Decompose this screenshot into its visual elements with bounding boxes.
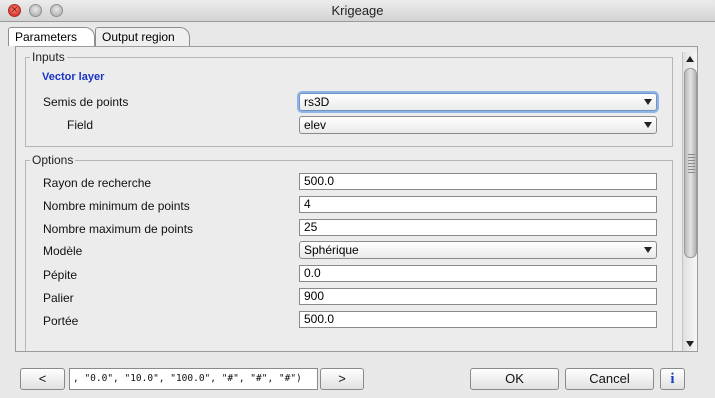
portee-input[interactable]: 500.0 — [299, 311, 657, 328]
inputs-group: Inputs Vector layer Semis de points rs3D… — [25, 50, 673, 147]
chevron-down-icon — [644, 99, 652, 105]
scroll-content: Inputs Vector layer Semis de points rs3D… — [16, 47, 682, 351]
window-title: Krigeage — [331, 3, 384, 18]
ok-button[interactable]: OK — [470, 368, 559, 390]
modele-combo[interactable]: Sphérique — [299, 241, 657, 259]
min-points-input[interactable]: 4 — [299, 196, 657, 213]
field-value: elev — [304, 118, 327, 132]
semis-label: Semis de points — [43, 95, 129, 109]
title-bar: × Krigeage — [0, 0, 715, 22]
tab-parameters[interactable]: Parameters — [8, 27, 95, 46]
next-button[interactable]: > — [320, 368, 364, 390]
arrow-down-icon — [686, 341, 694, 347]
cancel-button[interactable]: Cancel — [565, 368, 654, 390]
scroll-down-button[interactable] — [683, 337, 698, 351]
inputs-legend: Inputs — [30, 50, 67, 64]
option-label-modele: Modèle — [43, 244, 83, 258]
info-icon: i — [670, 371, 675, 387]
tab-output-region[interactable]: Output region — [95, 27, 190, 46]
option-label-min-points: Nombre minimum de points — [43, 199, 190, 213]
semis-value: rs3D — [304, 95, 330, 109]
semis-combo[interactable]: rs3D — [299, 93, 657, 111]
field-label: Field — [67, 118, 94, 132]
modele-value: Sphérique — [304, 243, 359, 257]
max-points-input[interactable]: 25 — [299, 219, 657, 236]
rayon-input[interactable]: 500.0 — [299, 173, 657, 190]
info-button[interactable]: i — [660, 368, 685, 390]
chevron-down-icon — [644, 247, 652, 253]
option-label-portee: Portée — [43, 314, 79, 328]
chevron-down-icon — [644, 122, 652, 128]
option-label-rayon: Rayon de recherche — [43, 176, 152, 190]
grip-icon — [688, 154, 695, 174]
vector-layer-label: Vector layer — [42, 71, 105, 83]
pepite-input[interactable]: 0.0 — [299, 265, 657, 282]
field-combo[interactable]: elev — [299, 116, 657, 134]
parameters-panel: Inputs Vector layer Semis de points rs3D… — [15, 46, 698, 352]
scroll-up-button[interactable] — [683, 52, 698, 66]
options-group: Options Rayon de recherche 500.0 Nombre … — [25, 153, 673, 351]
options-legend: Options — [30, 153, 76, 167]
scrollbar-thumb[interactable] — [684, 68, 697, 258]
option-label-palier: Palier — [43, 291, 74, 305]
arrow-up-icon — [686, 56, 694, 62]
vertical-scrollbar[interactable] — [682, 52, 697, 351]
option-label-max-points: Nombre maximum de points — [43, 222, 194, 236]
previous-button[interactable]: < — [20, 368, 65, 390]
palier-input[interactable]: 900 — [299, 288, 657, 305]
command-preview-field[interactable]: , "0.0", "10.0", "100.0", "#", "#", "#") — [69, 368, 318, 390]
option-label-pepite: Pépite — [43, 268, 78, 282]
